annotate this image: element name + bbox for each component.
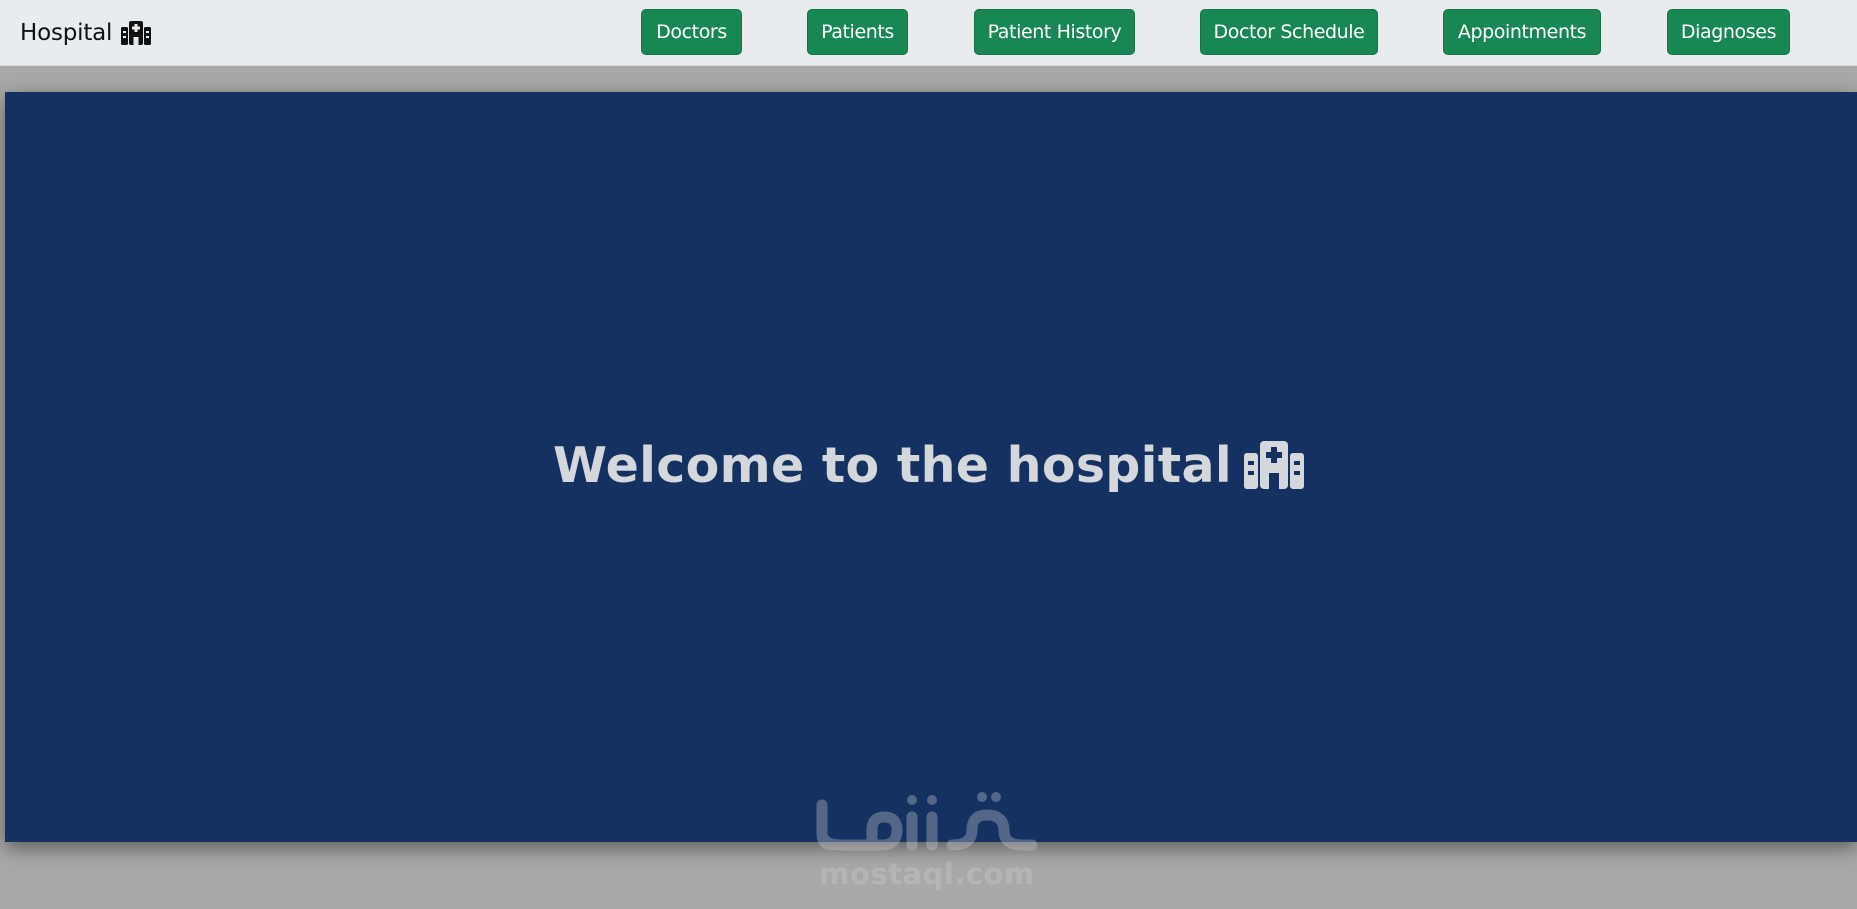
nav-patients-button[interactable]: Patients [807, 9, 908, 55]
nav-patient-history-button[interactable]: Patient History [974, 9, 1135, 55]
hero-title-text: Welcome to the hospital [553, 436, 1232, 494]
navbar: Hospital Doctors Patients Patient Histor… [0, 0, 1857, 66]
hospital-icon [121, 21, 152, 45]
watermark-text: mostaql.com [819, 857, 1035, 891]
hospital-icon [1243, 441, 1304, 489]
navbar-brand[interactable]: Hospital [20, 17, 152, 49]
nav-appointments-button[interactable]: Appointments [1443, 9, 1601, 55]
nav-diagnoses-button[interactable]: Diagnoses [1667, 9, 1790, 55]
brand-label: Hospital [20, 20, 113, 46]
hero-title: Welcome to the hospital [0, 430, 1857, 500]
nav-doctors-button[interactable]: Doctors [641, 9, 742, 55]
nav-doctor-schedule-button[interactable]: Doctor Schedule [1200, 9, 1378, 55]
